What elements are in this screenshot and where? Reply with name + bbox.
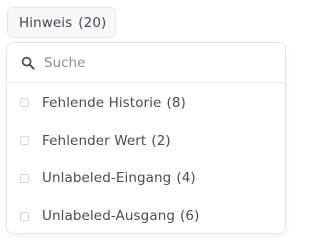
search-icon (20, 55, 36, 71)
option-label: Unlabeled-Eingang (4) (42, 170, 196, 186)
option-text: Unlabeled-Eingang (42, 170, 172, 187)
option-text: Unlabeled-Ausgang (42, 208, 176, 225)
option-text: Fehlende Historie (42, 94, 162, 111)
filter-dropdown: Fehlende Historie(8) Fehlender Wert(2) U… (6, 42, 286, 234)
checkbox[interactable] (20, 98, 29, 108)
option-count: (8) (166, 94, 186, 111)
search-input[interactable] (44, 54, 264, 71)
checkbox[interactable] (20, 173, 29, 183)
option-label: Fehlender Wert (2) (42, 133, 171, 149)
hinweis-filter-button[interactable]: Hinweis (20) (7, 7, 116, 38)
option-text: Fehlender Wert (42, 132, 147, 149)
option-count: (2) (151, 132, 171, 149)
option-fehlende-historie[interactable]: Fehlende Historie (8) (7, 84, 285, 122)
option-list: Fehlende Historie (8) Fehlender Wert (2) U… (7, 84, 285, 233)
filter-button-count: (20) (78, 14, 107, 31)
option-unlabeled-eingang[interactable]: Unlabeled-Eingang (4) (7, 160, 285, 198)
option-unlabeled-ausgang[interactable]: Unlabeled-Ausgang (6) (7, 197, 285, 233)
checkbox[interactable] (20, 136, 29, 146)
search-bar (7, 43, 285, 83)
option-label: Unlabeled-Ausgang (6) (42, 208, 199, 224)
option-count: (4) (176, 170, 196, 187)
option-fehlender-wert[interactable]: Fehlender Wert (2) (7, 122, 285, 160)
filter-button-label: Hinweis (19, 14, 73, 31)
option-label: Fehlende Historie (8) (42, 95, 186, 111)
option-count: (6) (180, 208, 200, 225)
checkbox[interactable] (20, 211, 29, 221)
